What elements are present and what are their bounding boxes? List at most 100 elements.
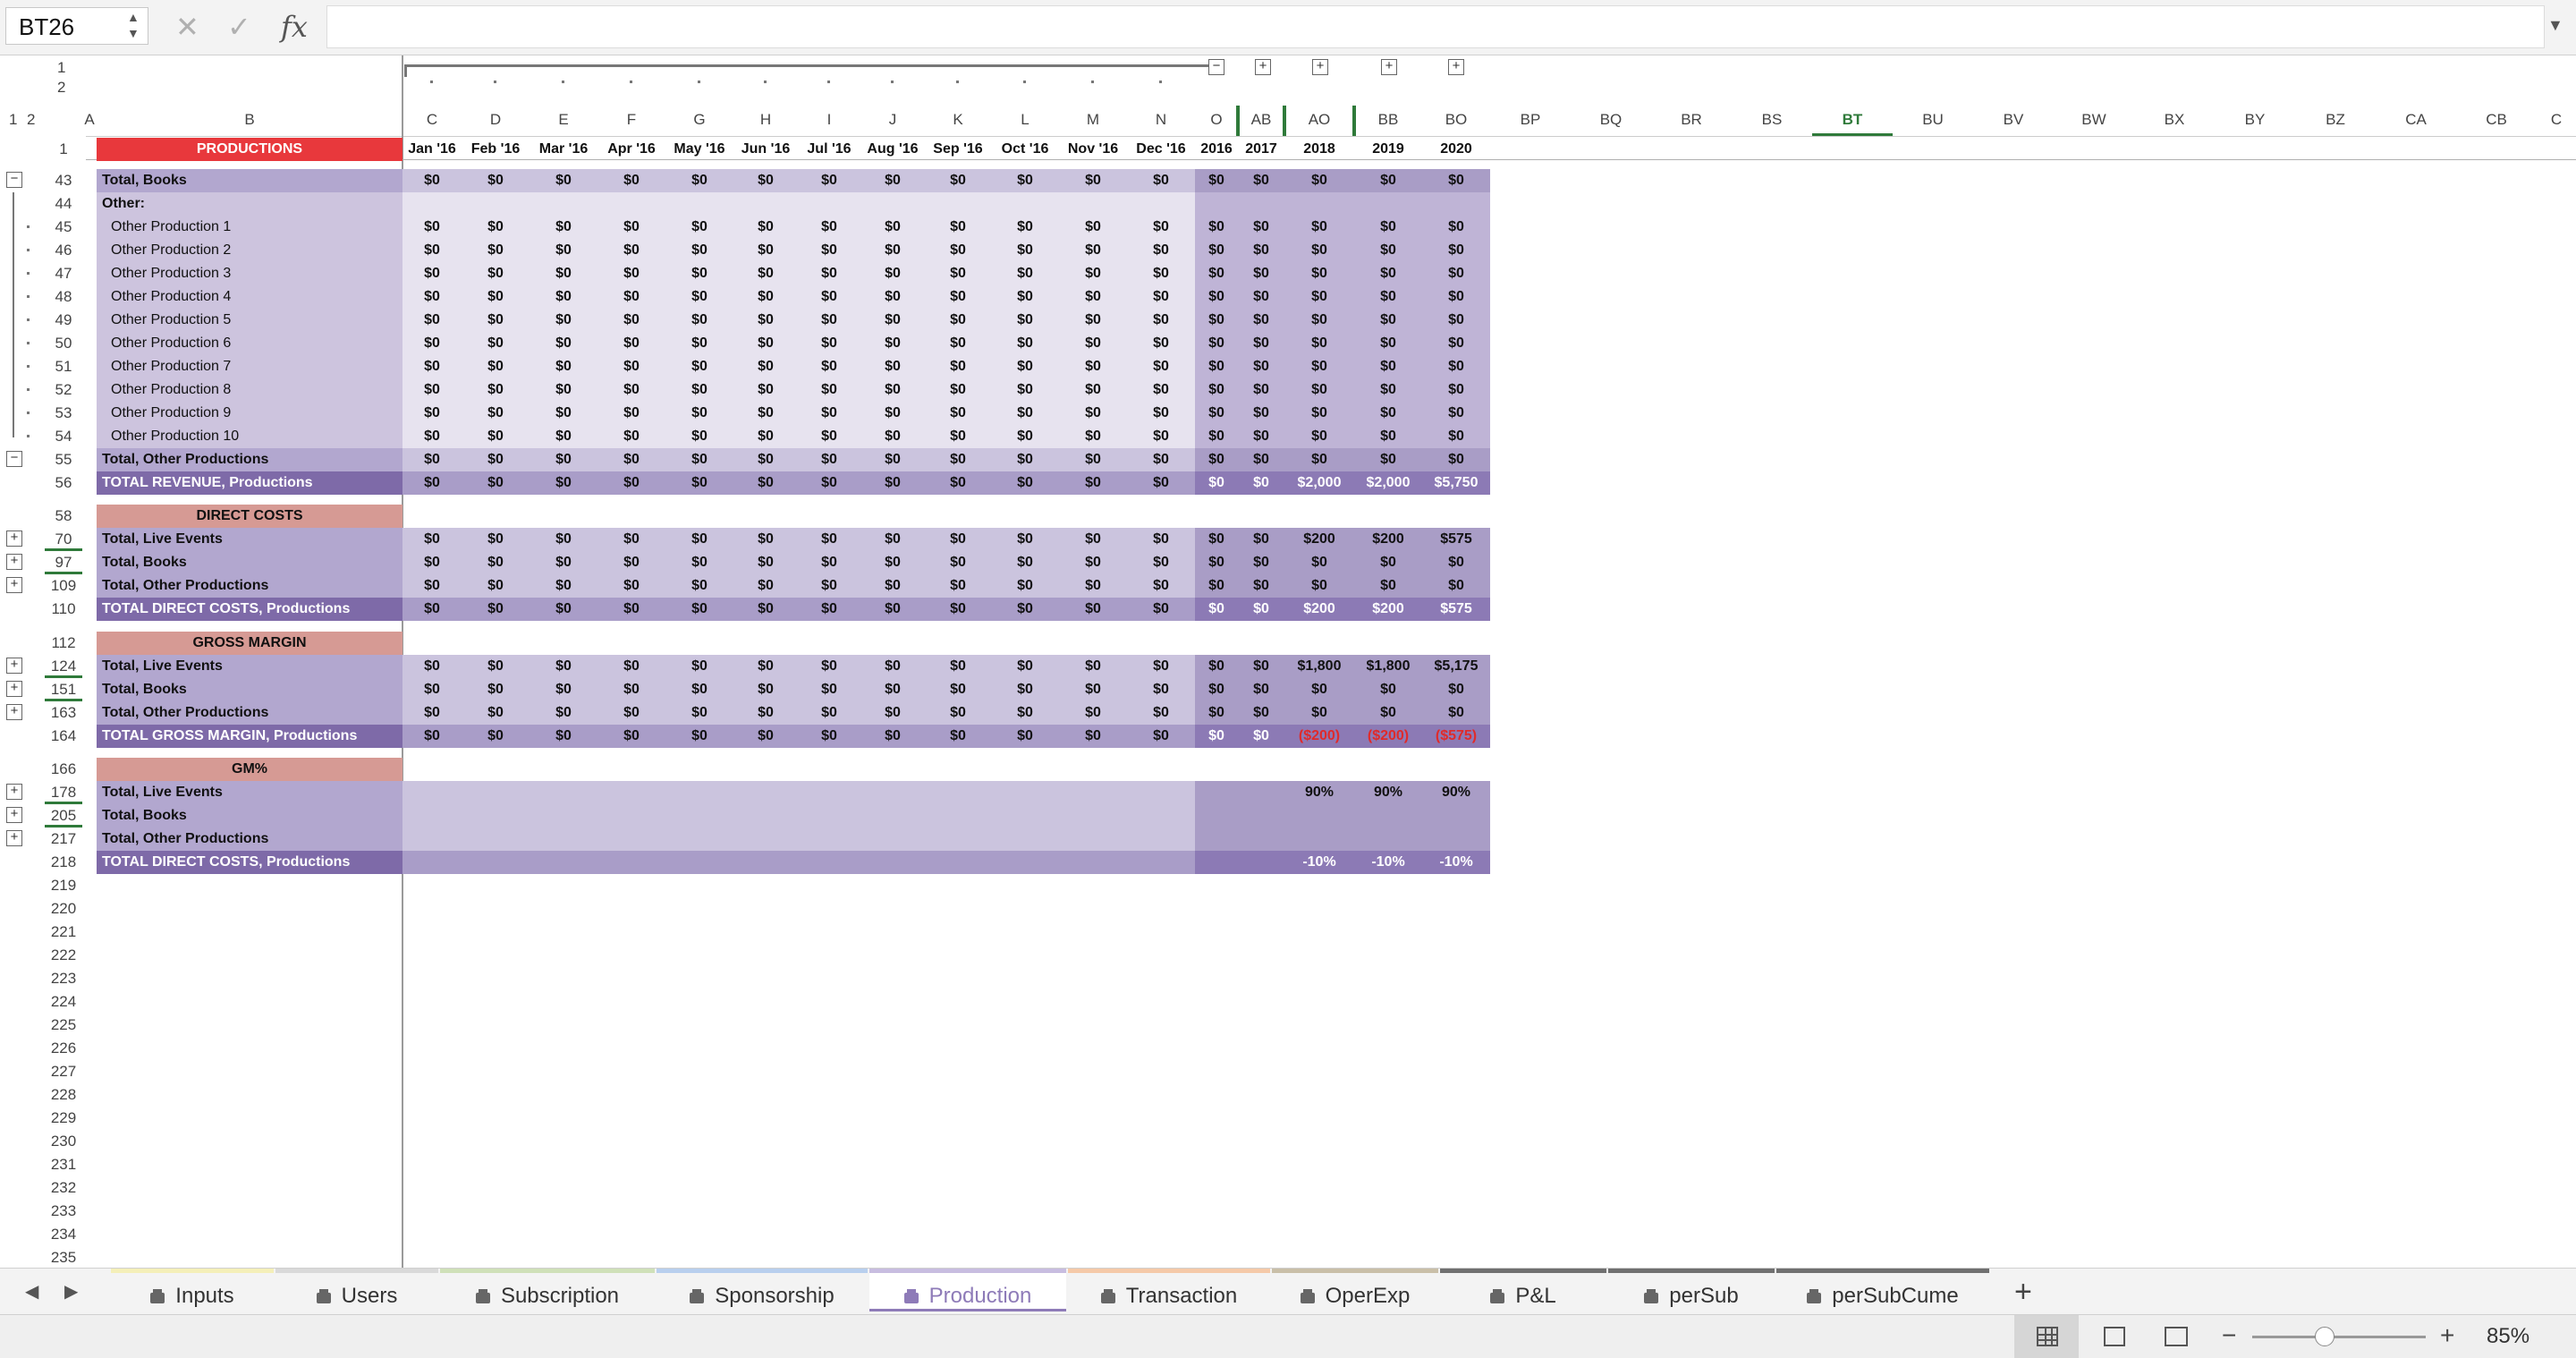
year-cell[interactable]: $0 <box>1422 216 1490 239</box>
year-cell[interactable]: $0 <box>1238 598 1284 621</box>
column-header[interactable]: BP <box>1490 102 1571 136</box>
month-cell[interactable]: $0 <box>462 425 530 448</box>
month-cell[interactable]: $0 <box>402 574 462 598</box>
year-cell[interactable]: $0 <box>1238 402 1284 425</box>
month-cell[interactable]: $0 <box>925 574 991 598</box>
month-cell[interactable]: $0 <box>530 355 597 378</box>
column-header[interactable]: K <box>925 102 991 136</box>
month-cell[interactable]: $0 <box>733 701 798 725</box>
cancel-icon[interactable]: ✕ <box>175 11 199 43</box>
year-header[interactable]: 2018 <box>1284 138 1354 161</box>
column-header[interactable]: N <box>1127 102 1195 136</box>
month-cell[interactable]: $0 <box>925 528 991 551</box>
year-cell[interactable]: $0 <box>1284 378 1354 402</box>
month-cell[interactable]: $0 <box>1059 655 1127 678</box>
year-cell[interactable] <box>1422 828 1490 851</box>
month-cell[interactable]: $0 <box>925 701 991 725</box>
year-cell[interactable]: $0 <box>1284 574 1354 598</box>
month-cell[interactable] <box>860 192 925 216</box>
month-cell[interactable]: $0 <box>597 471 665 495</box>
month-cell[interactable]: $0 <box>597 169 665 192</box>
month-cell[interactable]: $0 <box>530 471 597 495</box>
month-cell[interactable]: $0 <box>1059 239 1127 262</box>
month-cell[interactable]: $0 <box>597 678 665 701</box>
month-cell[interactable]: $0 <box>530 425 597 448</box>
month-cell[interactable] <box>733 192 798 216</box>
month-cell[interactable]: $0 <box>925 551 991 574</box>
year-cell[interactable]: $200 <box>1354 528 1422 551</box>
row-label[interactable]: Other Production 10 <box>97 425 402 448</box>
month-cell[interactable]: $0 <box>665 378 733 402</box>
month-header[interactable]: Apr '16 <box>597 138 665 161</box>
year-cell[interactable] <box>1195 781 1238 804</box>
year-cell[interactable]: $0 <box>1284 551 1354 574</box>
month-cell[interactable]: $0 <box>798 378 860 402</box>
month-cell[interactable]: $0 <box>402 701 462 725</box>
year-cell[interactable] <box>1195 828 1238 851</box>
month-cell[interactable]: $0 <box>402 169 462 192</box>
add-sheet-button[interactable]: + <box>2014 1269 2032 1315</box>
month-header[interactable]: May '16 <box>665 138 733 161</box>
month-cell[interactable]: $0 <box>530 262 597 285</box>
sheet-tab-subscription[interactable]: Subscription <box>440 1269 655 1311</box>
month-cell[interactable]: $0 <box>991 309 1059 332</box>
month-cell[interactable]: $0 <box>925 332 991 355</box>
month-cell[interactable]: $0 <box>798 528 860 551</box>
year-cell[interactable]: $0 <box>1284 448 1354 471</box>
month-cell[interactable]: $0 <box>402 402 462 425</box>
month-header[interactable]: Nov '16 <box>1059 138 1127 161</box>
year-cell[interactable]: $0 <box>1354 332 1422 355</box>
month-cell[interactable]: $0 <box>597 425 665 448</box>
year-header[interactable]: 2020 <box>1422 138 1490 161</box>
column-header[interactable]: C <box>2537 102 2576 136</box>
month-cell[interactable]: $0 <box>462 551 530 574</box>
month-cell[interactable]: $0 <box>530 332 597 355</box>
year-cell[interactable]: $0 <box>1195 239 1238 262</box>
month-cell[interactable]: $0 <box>402 216 462 239</box>
month-cell[interactable]: $0 <box>798 574 860 598</box>
month-cell[interactable]: $0 <box>1059 471 1127 495</box>
month-cell[interactable]: $0 <box>798 285 860 309</box>
column-header[interactable]: M <box>1059 102 1127 136</box>
year-cell[interactable]: $0 <box>1422 701 1490 725</box>
month-cell[interactable] <box>925 192 991 216</box>
year-cell[interactable]: $0 <box>1238 678 1284 701</box>
sheet-tab-production[interactable]: Production <box>869 1269 1066 1311</box>
sheet-tab-inputs[interactable]: Inputs <box>111 1269 274 1311</box>
row-label[interactable]: Total, Other Productions <box>97 574 402 598</box>
year-cell[interactable]: $0 <box>1284 239 1354 262</box>
month-cell[interactable]: $0 <box>860 471 925 495</box>
month-cell[interactable]: $0 <box>733 725 798 748</box>
year-cell[interactable]: $0 <box>1195 678 1238 701</box>
month-cell[interactable]: $0 <box>925 678 991 701</box>
year-cell[interactable]: $1,800 <box>1284 655 1354 678</box>
month-cell[interactable]: $0 <box>1127 216 1195 239</box>
month-cell[interactable]: $0 <box>733 574 798 598</box>
year-cell[interactable]: $0 <box>1284 678 1354 701</box>
month-cell[interactable]: $0 <box>462 285 530 309</box>
year-cell[interactable] <box>1195 192 1238 216</box>
month-cell[interactable]: $0 <box>733 655 798 678</box>
month-header[interactable]: Dec '16 <box>1127 138 1195 161</box>
month-cell[interactable]: $0 <box>402 725 462 748</box>
month-cell[interactable]: $0 <box>1127 262 1195 285</box>
year-cell[interactable]: $0 <box>1195 574 1238 598</box>
month-cell[interactable]: $0 <box>665 528 733 551</box>
month-cell[interactable]: $0 <box>462 528 530 551</box>
section-header[interactable]: DIRECT COSTS <box>97 505 402 528</box>
column-header[interactable]: BU <box>1893 102 1973 136</box>
year-cell[interactable]: $0 <box>1238 309 1284 332</box>
year-cell[interactable]: $0 <box>1422 355 1490 378</box>
month-cell[interactable]: $0 <box>798 725 860 748</box>
year-cell[interactable]: $575 <box>1422 528 1490 551</box>
month-cell[interactable]: $0 <box>925 355 991 378</box>
year-cell[interactable]: $0 <box>1195 655 1238 678</box>
year-cell[interactable]: $0 <box>1195 448 1238 471</box>
month-cell[interactable]: $0 <box>402 378 462 402</box>
month-cell[interactable]: $0 <box>925 216 991 239</box>
month-cell[interactable]: $0 <box>733 402 798 425</box>
month-cell[interactable]: $0 <box>462 402 530 425</box>
month-cell[interactable]: $0 <box>798 425 860 448</box>
outline-level-2[interactable]: 2 <box>27 102 35 138</box>
row-label[interactable]: Other Production 5 <box>97 309 402 332</box>
